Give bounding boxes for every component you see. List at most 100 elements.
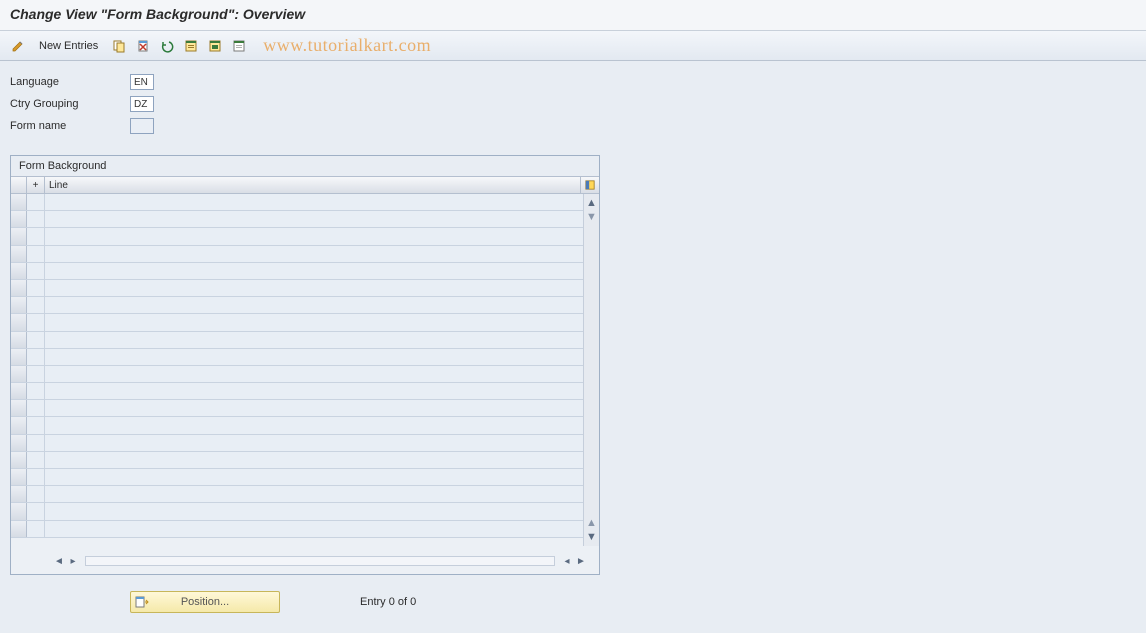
- row-plus-cell[interactable]: [27, 503, 45, 519]
- scroll-down-icon[interactable]: ▼: [584, 530, 599, 544]
- row-line-cell[interactable]: [45, 211, 583, 227]
- row-line-cell[interactable]: [45, 280, 583, 296]
- row-handle[interactable]: [11, 297, 27, 313]
- row-plus-cell[interactable]: [27, 228, 45, 244]
- scroll-down2-icon[interactable]: ▲: [584, 516, 599, 530]
- table-row[interactable]: [11, 211, 583, 228]
- row-handle[interactable]: [11, 211, 27, 227]
- row-plus-cell[interactable]: [27, 417, 45, 433]
- table-row[interactable]: [11, 435, 583, 452]
- delete-icon[interactable]: [133, 36, 153, 56]
- row-line-cell[interactable]: [45, 400, 583, 416]
- row-plus-cell[interactable]: [27, 211, 45, 227]
- row-handle[interactable]: [11, 263, 27, 279]
- scroll-right-icon[interactable]: ◂: [561, 556, 573, 567]
- row-plus-cell[interactable]: [27, 366, 45, 382]
- row-plus-cell[interactable]: [27, 280, 45, 296]
- row-handle[interactable]: [11, 469, 27, 485]
- row-handle[interactable]: [11, 366, 27, 382]
- row-plus-cell[interactable]: [27, 383, 45, 399]
- row-handle[interactable]: [11, 400, 27, 416]
- row-plus-cell[interactable]: [27, 332, 45, 348]
- copy-as-icon[interactable]: [109, 36, 129, 56]
- row-plus-cell[interactable]: [27, 246, 45, 262]
- table-row[interactable]: [11, 366, 583, 383]
- row-plus-cell[interactable]: [27, 297, 45, 313]
- row-line-cell[interactable]: [45, 486, 583, 502]
- row-plus-cell[interactable]: [27, 314, 45, 330]
- row-line-cell[interactable]: [45, 452, 583, 468]
- row-handle[interactable]: [11, 332, 27, 348]
- grid-corner[interactable]: [11, 177, 27, 193]
- row-plus-cell[interactable]: [27, 486, 45, 502]
- row-line-cell[interactable]: [45, 383, 583, 399]
- vertical-scrollbar[interactable]: ▲ ▼ ▲ ▼: [583, 194, 599, 546]
- row-line-cell[interactable]: [45, 435, 583, 451]
- row-handle[interactable]: [11, 521, 27, 537]
- row-handle[interactable]: [11, 349, 27, 365]
- table-row[interactable]: [11, 228, 583, 245]
- row-handle[interactable]: [11, 194, 27, 210]
- row-plus-cell[interactable]: [27, 521, 45, 537]
- select-block-icon[interactable]: [205, 36, 225, 56]
- language-input[interactable]: [130, 74, 154, 90]
- row-line-cell[interactable]: [45, 469, 583, 485]
- table-row[interactable]: [11, 194, 583, 211]
- row-line-cell[interactable]: [45, 246, 583, 262]
- table-settings-icon[interactable]: [581, 177, 599, 193]
- row-handle[interactable]: [11, 383, 27, 399]
- scroll-left-icon[interactable]: ▸: [67, 556, 79, 567]
- table-row[interactable]: [11, 521, 583, 538]
- row-line-cell[interactable]: [45, 314, 583, 330]
- scroll-up-icon[interactable]: ▲: [584, 196, 599, 210]
- row-line-cell[interactable]: [45, 417, 583, 433]
- table-row[interactable]: [11, 314, 583, 331]
- row-plus-cell[interactable]: [27, 400, 45, 416]
- row-line-cell[interactable]: [45, 228, 583, 244]
- row-line-cell[interactable]: [45, 332, 583, 348]
- row-plus-cell[interactable]: [27, 263, 45, 279]
- form-name-input[interactable]: [130, 118, 154, 134]
- row-handle[interactable]: [11, 228, 27, 244]
- table-row[interactable]: [11, 400, 583, 417]
- table-row[interactable]: [11, 349, 583, 366]
- table-row[interactable]: [11, 383, 583, 400]
- row-handle[interactable]: [11, 435, 27, 451]
- row-handle[interactable]: [11, 452, 27, 468]
- table-row[interactable]: [11, 246, 583, 263]
- row-plus-cell[interactable]: [27, 469, 45, 485]
- deselect-all-icon[interactable]: [229, 36, 249, 56]
- ctry-grouping-input[interactable]: [130, 96, 154, 112]
- select-all-icon[interactable]: [181, 36, 201, 56]
- horizontal-scrollbar[interactable]: [85, 556, 555, 566]
- new-entries-button[interactable]: New Entries: [32, 36, 105, 56]
- table-row[interactable]: [11, 469, 583, 486]
- row-handle[interactable]: [11, 280, 27, 296]
- row-handle[interactable]: [11, 314, 27, 330]
- table-row[interactable]: [11, 417, 583, 434]
- row-line-cell[interactable]: [45, 297, 583, 313]
- table-row[interactable]: [11, 332, 583, 349]
- scroll-up2-icon[interactable]: ▼: [584, 210, 599, 224]
- row-line-cell[interactable]: [45, 366, 583, 382]
- row-plus-cell[interactable]: [27, 435, 45, 451]
- row-plus-cell[interactable]: [27, 349, 45, 365]
- row-line-cell[interactable]: [45, 349, 583, 365]
- row-handle[interactable]: [11, 417, 27, 433]
- row-line-cell[interactable]: [45, 194, 583, 210]
- table-row[interactable]: [11, 263, 583, 280]
- row-handle[interactable]: [11, 486, 27, 502]
- row-plus-cell[interactable]: [27, 194, 45, 210]
- undo-icon[interactable]: [157, 36, 177, 56]
- table-row[interactable]: [11, 297, 583, 314]
- row-line-cell[interactable]: [45, 263, 583, 279]
- row-line-cell[interactable]: [45, 521, 583, 537]
- scroll-right-end-icon[interactable]: ►: [575, 556, 587, 567]
- table-row[interactable]: [11, 503, 583, 520]
- toggle-change-icon[interactable]: [8, 36, 28, 56]
- row-plus-cell[interactable]: [27, 452, 45, 468]
- row-line-cell[interactable]: [45, 503, 583, 519]
- position-button[interactable]: Position...: [130, 591, 280, 613]
- row-handle[interactable]: [11, 246, 27, 262]
- table-row[interactable]: [11, 280, 583, 297]
